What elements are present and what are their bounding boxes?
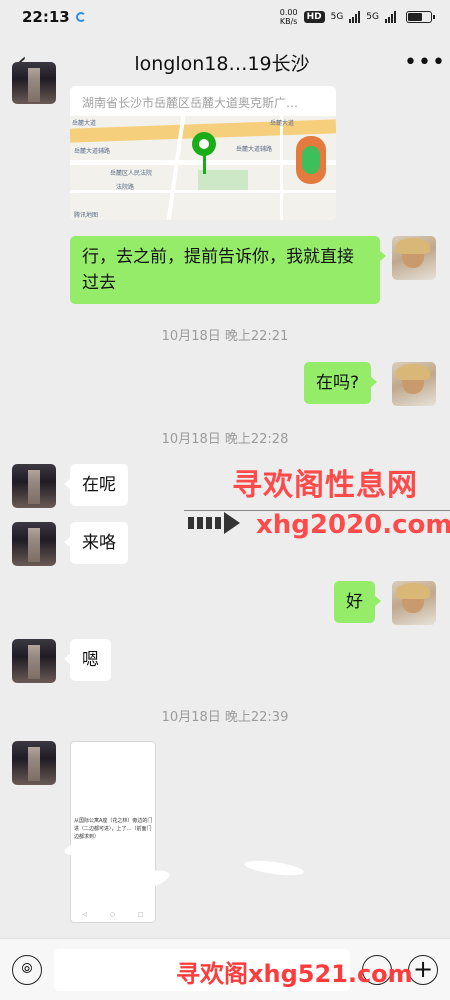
watermark-url: xhg2020.com — [256, 510, 450, 540]
message-bubble-received[interactable]: 嗯 — [64, 639, 111, 681]
timestamp: 10月18日 晚上22:39 — [161, 710, 289, 725]
signal-icon — [385, 11, 396, 23]
watermark-bottom: 寻欢阁xhg521.com — [176, 960, 413, 988]
sim2-label: 5G — [366, 12, 379, 22]
image-message[interactable]: 从国际公寓A座（花之林）旁边的门进（二边都可进），上了…（前面门边都求到） ◁ ○… — [70, 741, 156, 923]
avatar[interactable] — [392, 581, 436, 625]
location-message[interactable]: 湖南省长沙市岳麓区岳麓大道奥克斯广… 岳麓大道 岳麓大道 岳麓大道辅路 岳麓大道… — [70, 86, 336, 220]
timestamp: 10月18日 晚上22:21 — [161, 329, 289, 344]
image-nav-icons: ◁ ○ □ — [82, 911, 144, 918]
sync-icon — [75, 12, 86, 22]
avatar[interactable] — [392, 362, 436, 406]
message-bubble-sent[interactable]: 在吗? — [304, 362, 378, 404]
signal-icon — [349, 11, 361, 23]
more-button[interactable]: ••• — [400, 50, 450, 75]
timestamp: 10月18日 晚上22:28 — [161, 432, 289, 447]
watermark-title: 寻欢阁性息网 — [232, 468, 418, 503]
avatar[interactable] — [12, 522, 56, 566]
avatar[interactable] — [12, 62, 56, 104]
redaction-blot — [243, 857, 305, 879]
net-speed: 0.00 KB/s — [279, 8, 298, 26]
map-thumbnail: 岳麓大道 岳麓大道 岳麓大道辅路 岳麓大道辅路 岳麓区人民法院 法院路 腾讯地图 — [70, 116, 336, 220]
status-time: 22:13 — [22, 8, 70, 26]
arrow-right-icon — [188, 512, 240, 534]
stadium-shape — [296, 136, 326, 184]
hd-badge: HD — [303, 11, 325, 23]
chat-header: ‹ longlon18…19长沙 ••• — [0, 34, 450, 90]
image-caption-text: 从国际公寓A座（花之林）旁边的门进（二边都可进），上了…（前面门边都求到） — [74, 818, 153, 840]
chat-title: longlon18…19长沙 — [134, 52, 310, 75]
more-dots-icon: ••• — [404, 49, 446, 75]
voice-icon: ⦾ — [21, 961, 33, 977]
avatar[interactable] — [12, 639, 56, 683]
message-bubble-received[interactable]: 在呢 — [64, 464, 128, 506]
sim1-label: 5G — [330, 12, 344, 22]
plus-icon: + — [412, 955, 434, 983]
map-pin-icon — [192, 132, 216, 156]
message-bubble-sent[interactable]: 行，去之前，提前告诉你，我就直接过去 — [70, 236, 386, 304]
voice-button[interactable]: ⦾ — [12, 955, 42, 985]
avatar[interactable] — [12, 464, 56, 508]
location-address: 湖南省长沙市岳麓区岳麓大道奥克斯广… — [82, 96, 299, 110]
avatar[interactable] — [392, 236, 436, 280]
battery-icon — [406, 11, 435, 23]
avatar[interactable] — [12, 741, 56, 785]
map-provider: 腾讯地图 — [74, 212, 99, 219]
status-bar: 22:13 0.00 KB/s HD 5G 5G — [0, 0, 450, 34]
status-icons: 0.00 KB/s HD 5G 5G — [279, 8, 435, 26]
message-bubble-received[interactable]: 来咯 — [64, 522, 128, 564]
message-bubble-sent[interactable]: 好 — [334, 581, 381, 623]
